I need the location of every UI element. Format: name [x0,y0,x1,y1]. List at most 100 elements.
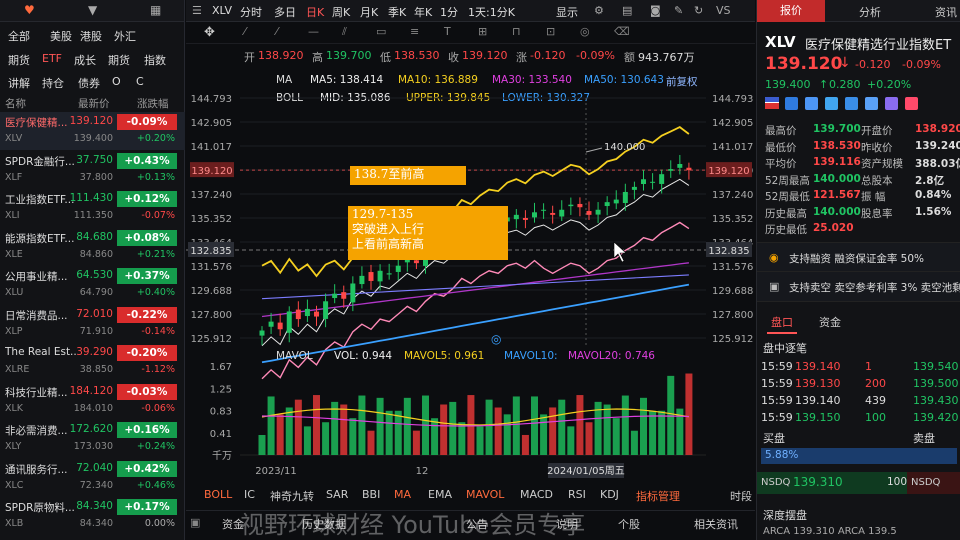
volume-bar [403,397,411,455]
stat-value: 139.116 [813,156,861,168]
header-change[interactable]: 涨跌幅 [137,96,169,111]
ticks-title: 盘中逐笔 [763,342,807,355]
date-tick: 12 [416,466,429,477]
price-tick-right: 141.017 [712,142,753,153]
last-price-text-right: 139.120 [708,166,749,177]
category-3-4[interactable]: C [136,75,144,88]
watch-change-badge: -0.22% [117,306,177,323]
category-2-2[interactable]: 成长 [74,52,96,68]
watchlist-row[interactable]: SPDR原物料... XLB 84.340 84.340 +0.17% 0.00% [0,497,185,535]
header-name[interactable]: 名称 [5,96,26,111]
watch-price: 184.120 [69,384,113,397]
candle-body [668,169,674,171]
volume-bar [258,435,266,455]
watch-change-badge: -0.20% [117,345,177,361]
indicator-9[interactable]: RSI [568,488,586,501]
candle-body [277,322,283,330]
watchlist-row[interactable]: 通讯服务行... XLC 72.040 72.340 +0.42% +0.46% [0,459,185,497]
watch-code: XLY [5,441,22,452]
tab-quote[interactable]: 报价 [757,0,825,22]
watch-code: XLK [5,402,24,414]
watchlist-panel: ♥ ▼ ▦ 全部 美股 港股 外汇 期货 ETF 成长 期货 指数 讲解 持仓 债券 O C 名称 最… [0,0,185,540]
category-3-3[interactable]: O [112,75,121,88]
watch-name: The Real Est... [5,346,77,358]
category-row-1: 全部 美股 港股 外汇 [0,24,185,46]
vol-legend-name[interactable]: MAVOL [276,350,313,362]
watchlist-row[interactable]: SPDR金融行... XLF 37.750 37.800 +0.43% +0.13% [0,151,185,189]
indicator-1[interactable]: IC [244,488,255,501]
tab-funds[interactable]: 资金 [819,314,841,330]
bid-volume: 100 [887,476,908,488]
tab-news[interactable]: 资讯 [935,4,957,20]
watchlist-row[interactable]: 公用事业精... XLU 64.530 64.790 +0.37% +0.40% [0,266,185,304]
favorite-icon[interactable] [905,97,918,110]
watchlist-row[interactable]: 能源指数ETF... XLE 84.680 84.860 +0.08% +0.21% [0,228,185,266]
category-2-4[interactable]: 指数 [144,52,166,68]
category-3-0[interactable]: 讲解 [8,75,30,91]
volume-bar [358,395,366,455]
indicator-6[interactable]: EMA [428,488,452,501]
date-tick-current: 2024/01/05周五 [547,465,625,477]
short-row[interactable]: ▣ 支持卖空 卖空参考利率 3% 卖空池剩 [757,272,960,302]
volume-bar [612,418,620,455]
kline-chart[interactable]: 144.793 144.793 142.905 142.905 141.017 141.0… [186,0,755,540]
afterhours-price: 139.400 [765,78,811,91]
category-3-2[interactable]: 债券 [78,75,100,91]
tab-orderbook[interactable]: 盘口 [771,314,793,330]
header-price[interactable]: 最新价 [78,96,110,111]
margin-icon[interactable] [825,97,838,110]
price-tick-left: 125.912 [191,334,232,345]
chat-icon[interactable] [885,97,898,110]
category-3-1[interactable]: 持仓 [42,75,64,91]
category-2-3[interactable]: 期货 [108,52,130,68]
tab-analysis[interactable]: 分析 [859,4,881,20]
watchlist-row[interactable]: 日常消费品... XLP 72.010 71.910 -0.22% -0.14% [0,305,185,343]
indicator-11[interactable]: 指标管理 [636,488,680,504]
indicator-10[interactable]: KDJ [600,488,619,501]
category-1-1[interactable]: 美股 [50,28,72,44]
volume-bar [667,375,675,455]
etf-icon[interactable] [865,97,878,110]
quote-change: -0.120 [855,58,891,71]
candle-body [513,214,519,220]
indicator-3[interactable]: SAR [326,488,348,501]
price-tick-right: 129.688 [712,286,753,297]
indicator-0[interactable]: BOLL [204,488,232,501]
watchlist-row[interactable]: 科技行业精... XLK 184.120 184.010 -0.03% -0.06% [0,382,185,420]
option-icon[interactable] [805,97,818,110]
short-icon[interactable] [845,97,858,110]
indicator-8[interactable]: MACD [520,488,553,501]
candle-body [541,209,547,211]
annotation-line-2: 突破进入上行 [352,222,425,236]
category-1-3[interactable]: 外汇 [114,28,136,44]
lightning-icon[interactable] [785,97,798,110]
indicator-5[interactable]: MA [394,488,411,501]
annotation-breakout: 129.7-135 突破进入上行 上看前高新高 [348,206,508,260]
indicator-7[interactable]: MAVOL [466,488,504,501]
watchlist-row[interactable]: The Real Est... XLRE 39.290 38.850 -0.20% -1.… [0,343,185,381]
bid-row[interactable]: NSDQ 139.310 100 [757,472,907,494]
bottom-tab-5[interactable]: 相关资讯 [694,516,738,532]
category-2-1[interactable]: ETF [42,52,62,65]
filter-icon[interactable]: ▼ [88,3,97,17]
watchlist-row[interactable]: 工业指数ETF... XLI 111.430 111.350 +0.12% -0.07% [0,189,185,227]
category-2-0[interactable]: 期货 [8,52,30,68]
watch-name: 通讯服务行... [5,463,68,476]
watchlist-row[interactable]: 非必需消费... XLY 172.620 173.030 +0.16% +0.24% [0,420,185,458]
price-tick-left: 141.017 [191,142,232,153]
category-1-0[interactable]: 全部 [8,28,30,44]
volume-bar [285,407,293,455]
category-1-2[interactable]: 港股 [80,28,102,44]
indicator-4[interactable]: BBI [362,488,380,501]
bottom-tab-4[interactable]: 个股 [618,516,640,532]
calendar-icon[interactable]: ▦ [150,3,161,17]
stat-value: 0.84% [915,189,952,201]
ask-row[interactable]: NSDQ [907,472,960,494]
margin-row[interactable]: ◉ 支持融资 融资保证金率 50% [757,242,960,272]
watchlist-row[interactable]: 医疗保健精... XLV 139.120 139.400 -0.09% +0.20% [0,112,185,150]
heart-icon[interactable]: ♥ [24,3,35,17]
panel-toggle-icon[interactable]: ▣ [190,516,200,529]
indicator-12[interactable]: 时段 [730,488,752,504]
indicator-2[interactable]: 神奇九转 [270,488,314,504]
stat-value: 121.567 [813,189,861,201]
